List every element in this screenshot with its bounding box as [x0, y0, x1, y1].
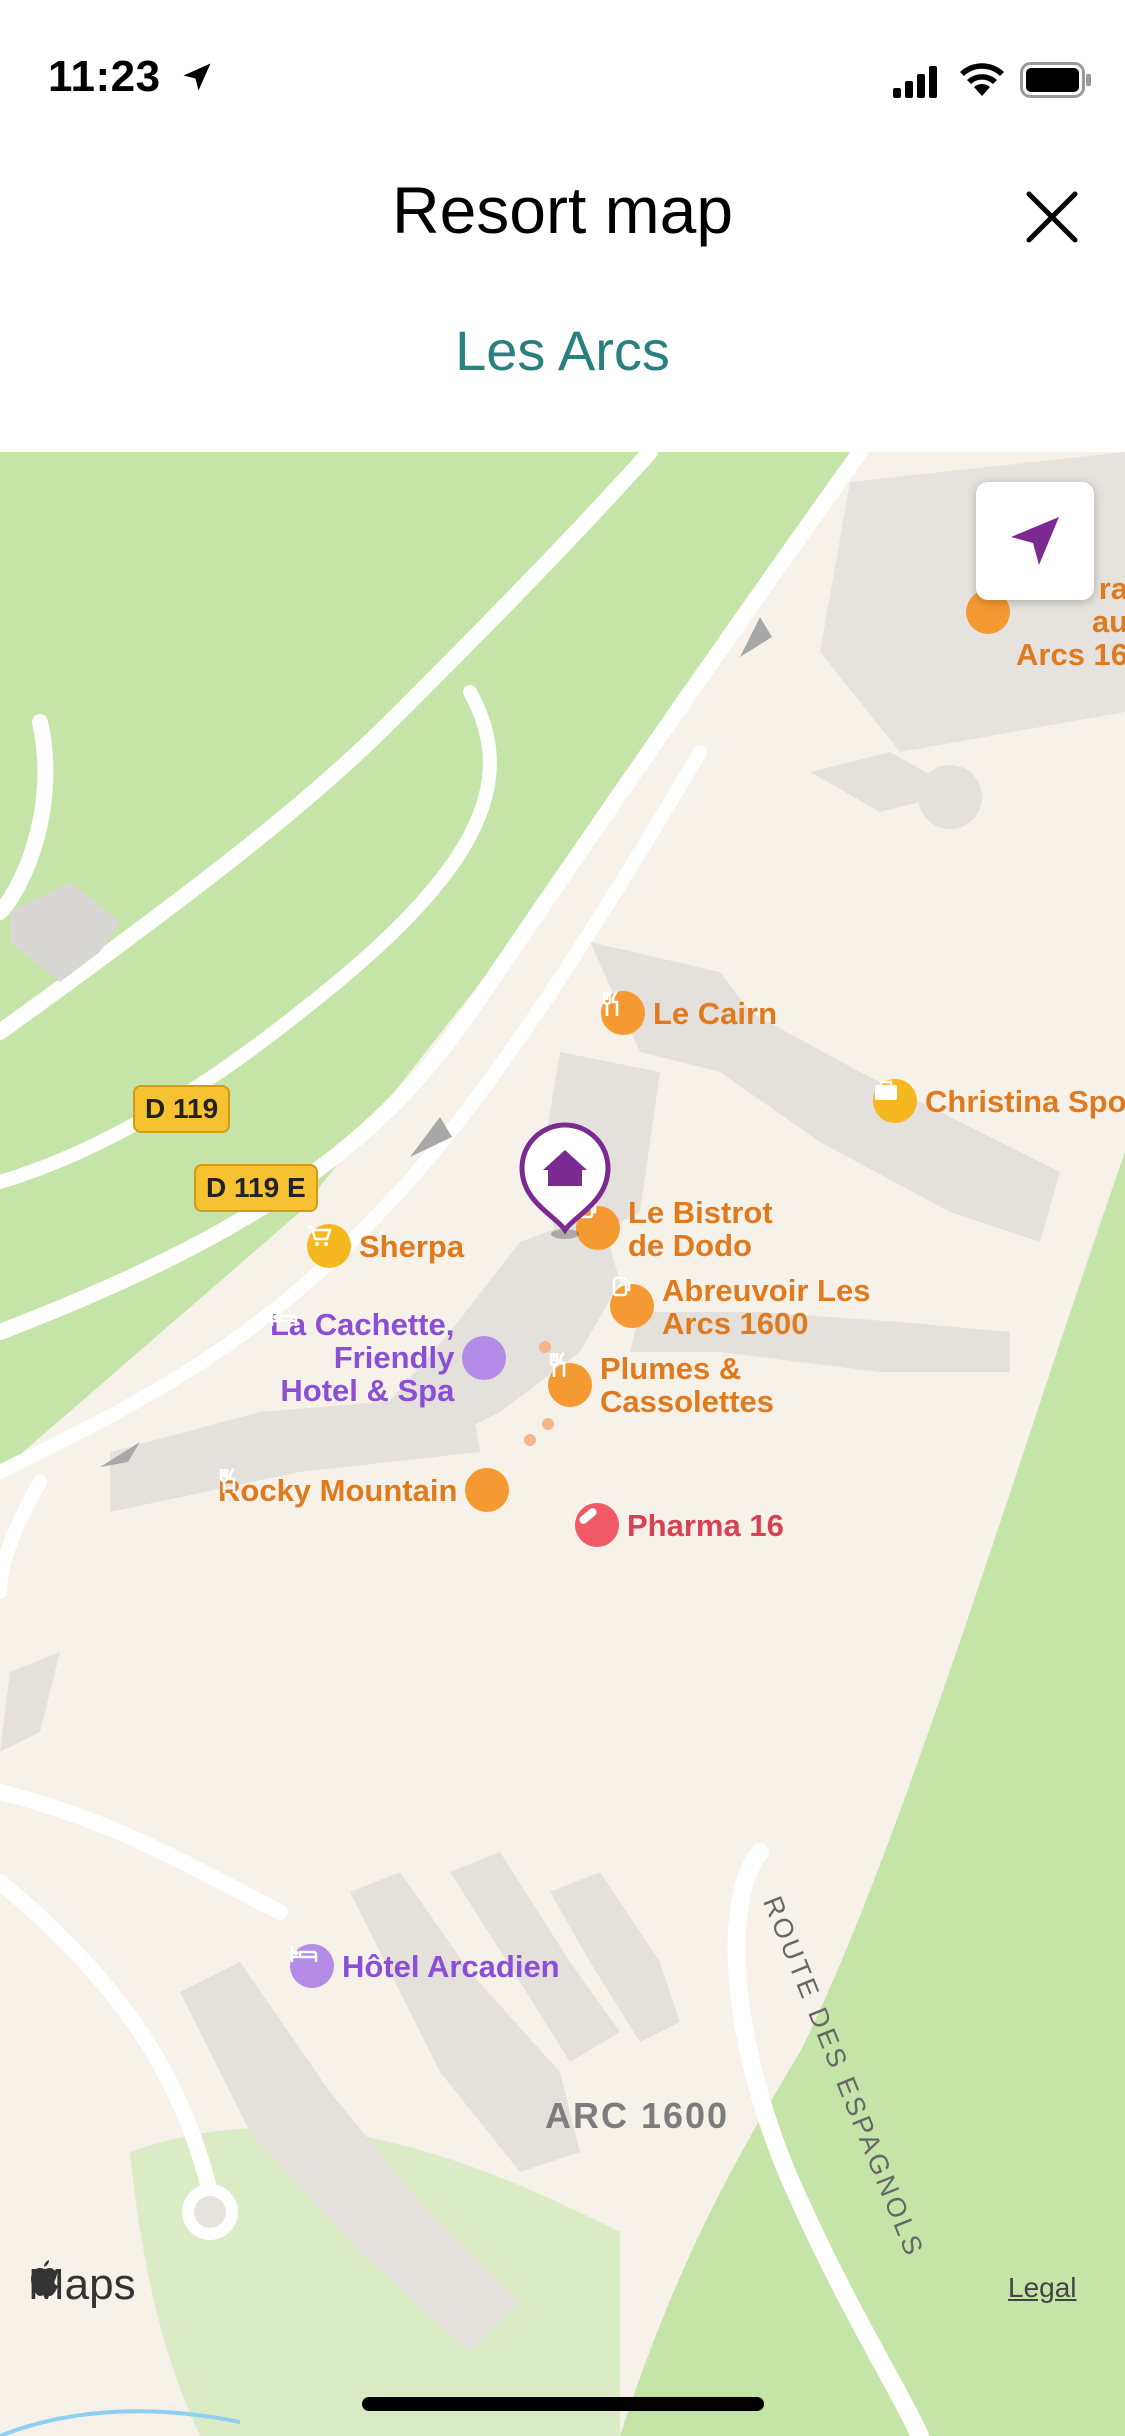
poi-label: Le Cairn	[653, 995, 778, 1031]
poi-label: Hotel & Spa	[280, 1373, 455, 1408]
poi-label: Le Bistrot	[628, 1195, 773, 1230]
poi-label: Arcs 1600	[662, 1306, 809, 1341]
close-button[interactable]	[1015, 180, 1089, 254]
poi-christina-sport[interactable]: Christina Spo	[873, 1079, 1125, 1123]
poi-label: Cassolettes	[600, 1384, 775, 1419]
poi-plumes-cassolettes[interactable]: Plumes & Cassolettes	[548, 1352, 774, 1418]
maps-attribution: Maps	[28, 2260, 136, 2310]
poi-label: Rocky Mountain	[218, 1472, 458, 1508]
road-shield-d119e: D 119 E	[194, 1164, 318, 1212]
hotel-bed-icon	[270, 1310, 507, 1380]
locate-me-button[interactable]	[976, 482, 1094, 600]
poi-label-group: Le Bistrot de Dodo	[628, 1196, 773, 1262]
home-pin-icon	[519, 1122, 611, 1239]
resort-map[interactable]: D 119 D 119 E Le Cairn Christina Spo Le …	[0, 452, 1125, 2436]
restaurant-icon	[548, 1352, 592, 1407]
location-arrow-icon	[183, 63, 211, 91]
page-title: Resort map	[391, 173, 734, 247]
poi-pharma-16[interactable]: Pharma 16	[575, 1503, 784, 1547]
poi-label: de Dodo	[628, 1228, 752, 1263]
poi-label-group: Plumes & Cassolettes	[600, 1352, 774, 1418]
poi-hotel-arcadien[interactable]: Hôtel Arcadien	[290, 1944, 560, 1988]
battery-icon	[1020, 62, 1091, 98]
status-time-text: 11:23	[48, 52, 161, 101]
map-background	[0, 452, 1125, 2436]
poi-la-cachette[interactable]: La Cachette, Friendly Hotel & Spa	[270, 1308, 507, 1408]
poi-label: Sherpa	[359, 1228, 465, 1264]
home-indicator	[362, 2397, 764, 2411]
poi-label: Christina Spo	[925, 1083, 1125, 1119]
area-label: ARC 1600	[545, 2095, 730, 2136]
poi-label: Hôtel Arcadien	[342, 1948, 560, 1984]
restaurant-icon	[601, 991, 645, 1035]
poi-label: ra	[1098, 571, 1125, 606]
poi-label: Pharma 16	[627, 1507, 784, 1543]
cellular-signal-icon	[893, 66, 937, 98]
wifi-icon	[960, 63, 1004, 96]
poi-label: Abreuvoir Les	[662, 1273, 871, 1308]
poi-label: Friendly	[333, 1340, 455, 1375]
restaurant-icon	[219, 1468, 510, 1512]
resort-name: Les Arcs	[455, 319, 670, 382]
legal-link[interactable]: Legal	[1008, 2272, 1077, 2304]
status-time: 11:23	[48, 52, 215, 102]
poi-label-group: Abreuvoir Les Arcs 1600	[662, 1274, 870, 1340]
close-icon	[1026, 191, 1078, 243]
shopping-cart-icon	[307, 1224, 351, 1268]
poi-label: au	[1091, 604, 1125, 639]
accommodation-pin[interactable]	[516, 1120, 614, 1240]
bar-icon	[610, 1276, 654, 1328]
road-shield-d119: D 119	[133, 1085, 231, 1133]
poi-label: Plumes &	[600, 1351, 742, 1386]
shopping-bag-icon	[873, 1079, 917, 1123]
pharmacy-pill-icon	[575, 1503, 619, 1547]
hotel-bed-icon	[290, 1944, 334, 1988]
poi-sherpa[interactable]: Sherpa	[307, 1224, 464, 1268]
poi-abreuvoir-les-arcs[interactable]: Abreuvoir Les Arcs 1600	[610, 1274, 870, 1340]
poi-le-cairn[interactable]: Le Cairn	[601, 991, 777, 1035]
navigation-arrow-icon	[1011, 517, 1059, 565]
poi-rocky-mountain[interactable]: Rocky Mountain	[218, 1468, 510, 1512]
apple-logo-icon	[31, 2260, 58, 2296]
poi-label: Arcs 16	[1016, 637, 1125, 672]
